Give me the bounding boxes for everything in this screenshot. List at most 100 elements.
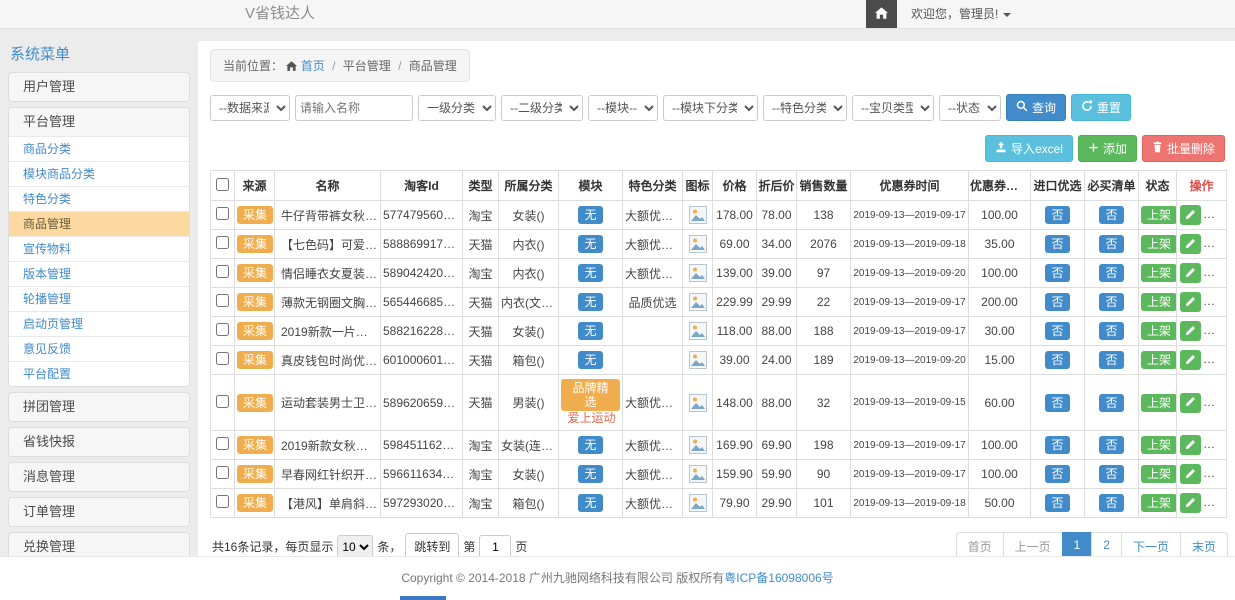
actions-cell: [1177, 317, 1227, 346]
import-select-toggle[interactable]: 否: [1045, 235, 1069, 253]
data-source-select[interactable]: --数据来源--: [210, 95, 290, 121]
edit-button[interactable]: [1180, 464, 1201, 484]
edit-button[interactable]: [1180, 263, 1201, 283]
sidebar-item-goods-management[interactable]: 商品管理: [9, 211, 189, 236]
icp-link[interactable]: 粤ICP备16098006号: [724, 571, 833, 585]
edit-button[interactable]: [1180, 393, 1201, 413]
sidebar-item-goods-category[interactable]: 商品分类: [9, 136, 189, 161]
feature-category-select[interactable]: --特色分类--: [763, 95, 847, 121]
sidebar-item-group-buy-management[interactable]: 拼团管理: [9, 393, 189, 421]
import-select-toggle[interactable]: 否: [1045, 351, 1069, 369]
sidebar-item-feature-category[interactable]: 特色分类: [9, 186, 189, 211]
status-badge[interactable]: 上架: [1141, 235, 1177, 253]
sidebar-item-saving-express[interactable]: 省钱快报: [9, 428, 189, 456]
edit-button[interactable]: [1180, 321, 1201, 341]
row-checkbox[interactable]: [216, 294, 229, 307]
sidebar-menu: 用户管理平台管理商品分类模块商品分类特色分类商品管理宣传物料版本管理轮播管理启动…: [8, 72, 190, 576]
edit-button[interactable]: [1180, 205, 1201, 225]
per-page-select[interactable]: 10: [337, 535, 373, 559]
search-button[interactable]: 查询: [1006, 94, 1066, 121]
import-select-toggle[interactable]: 否: [1045, 436, 1069, 454]
breadcrumb-home-link[interactable]: 首页: [301, 59, 325, 73]
row-checkbox[interactable]: [216, 466, 229, 479]
status-badge[interactable]: 上架: [1141, 351, 1177, 369]
status-badge[interactable]: 上架: [1141, 264, 1177, 282]
reset-button[interactable]: 重置: [1071, 94, 1131, 121]
row-checkbox[interactable]: [216, 265, 229, 278]
sidebar-item-carousel-management[interactable]: 轮播管理: [9, 286, 189, 311]
must-buy-toggle[interactable]: 否: [1099, 322, 1123, 340]
price-cell: 79.90: [713, 489, 757, 518]
home-button[interactable]: [866, 0, 897, 28]
row-checkbox[interactable]: [216, 352, 229, 365]
import-select-toggle[interactable]: 否: [1045, 494, 1069, 512]
sidebar-item-message-management[interactable]: 消息管理: [9, 463, 189, 491]
add-button[interactable]: 添加: [1078, 135, 1137, 162]
sidebar-item-platform-management[interactable]: 平台管理: [9, 108, 189, 136]
discount-price-cell: 88.00: [757, 375, 797, 431]
row-checkbox[interactable]: [216, 236, 229, 249]
row-checkbox[interactable]: [216, 437, 229, 450]
item-type-select[interactable]: --宝贝类型--: [852, 95, 934, 121]
select-all-checkbox[interactable]: [216, 178, 229, 191]
level2-category-select[interactable]: --二级分类--: [501, 95, 583, 121]
edit-button[interactable]: [1180, 435, 1201, 455]
import-select-toggle[interactable]: 否: [1045, 465, 1069, 483]
price-cell: 118.00: [713, 317, 757, 346]
row-checkbox[interactable]: [216, 207, 229, 220]
must-buy-toggle[interactable]: 否: [1099, 293, 1123, 311]
import-select-toggle[interactable]: 否: [1045, 394, 1069, 412]
module-select[interactable]: --模块--: [588, 95, 658, 121]
must-buy-toggle[interactable]: 否: [1099, 494, 1123, 512]
feature-category-cell: 大额优惠券: [623, 489, 683, 518]
user-menu[interactable]: 欢迎您，管理员!: [897, 0, 1025, 28]
actions-cell: [1177, 288, 1227, 317]
sidebar-item-feedback[interactable]: 意见反馈: [9, 336, 189, 361]
row-checkbox[interactable]: [216, 495, 229, 508]
import-excel-button[interactable]: 导入excel: [985, 135, 1073, 162]
status-select[interactable]: --状态--: [939, 95, 1001, 121]
status-badge[interactable]: 上架: [1141, 293, 1177, 311]
import-select-toggle[interactable]: 否: [1045, 322, 1069, 340]
sidebar-item-version-management[interactable]: 版本管理: [9, 261, 189, 286]
sidebar-item-promo-materials[interactable]: 宣传物料: [9, 236, 189, 261]
sidebar-item-order-management[interactable]: 订单管理: [9, 498, 189, 526]
status-badge[interactable]: 上架: [1141, 206, 1177, 224]
page-number-input[interactable]: [479, 535, 511, 559]
edit-button[interactable]: [1180, 292, 1201, 312]
horizontal-scrollbar-thumb[interactable]: [400, 596, 446, 600]
column-header: 来源: [235, 171, 275, 201]
batch-delete-button[interactable]: 批量删除: [1142, 135, 1225, 162]
must-buy-toggle[interactable]: 否: [1099, 465, 1123, 483]
status-badge[interactable]: 上架: [1141, 436, 1177, 454]
per-page-suffix: 条，: [377, 538, 401, 555]
edit-button[interactable]: [1180, 493, 1201, 513]
row-checkbox[interactable]: [216, 323, 229, 336]
status-badge[interactable]: 上架: [1141, 494, 1177, 512]
must-buy-toggle[interactable]: 否: [1099, 351, 1123, 369]
row-checkbox[interactable]: [216, 395, 229, 408]
must-buy-toggle[interactable]: 否: [1099, 394, 1123, 412]
import-select-toggle[interactable]: 否: [1045, 264, 1069, 282]
must-buy-toggle[interactable]: 否: [1099, 235, 1123, 253]
must-buy-toggle[interactable]: 否: [1099, 436, 1123, 454]
import-select-toggle[interactable]: 否: [1045, 293, 1069, 311]
must-buy-toggle[interactable]: 否: [1099, 264, 1123, 282]
edit-button[interactable]: [1180, 350, 1201, 370]
edit-button[interactable]: [1180, 234, 1201, 254]
status-badge[interactable]: 上架: [1141, 394, 1177, 412]
sidebar-item-user-management[interactable]: 用户管理: [9, 73, 189, 101]
pencil-icon: [1185, 467, 1196, 482]
status-badge[interactable]: 上架: [1141, 322, 1177, 340]
name-search-input[interactable]: [295, 95, 413, 121]
sidebar-item-platform-config[interactable]: 平台配置: [9, 361, 189, 386]
status-badge[interactable]: 上架: [1141, 465, 1177, 483]
source-badge: 采集: [237, 322, 273, 340]
sidebar-item-splash-page-management[interactable]: 启动页管理: [9, 311, 189, 336]
sidebar-item-module-goods-category[interactable]: 模块商品分类: [9, 161, 189, 186]
must-buy-toggle[interactable]: 否: [1099, 206, 1123, 224]
module-sub-category-select[interactable]: --模块下分类--: [663, 95, 758, 121]
discount-price-cell: 29.99: [757, 288, 797, 317]
level1-category-select[interactable]: 一级分类: [418, 95, 496, 121]
import-select-toggle[interactable]: 否: [1045, 206, 1069, 224]
